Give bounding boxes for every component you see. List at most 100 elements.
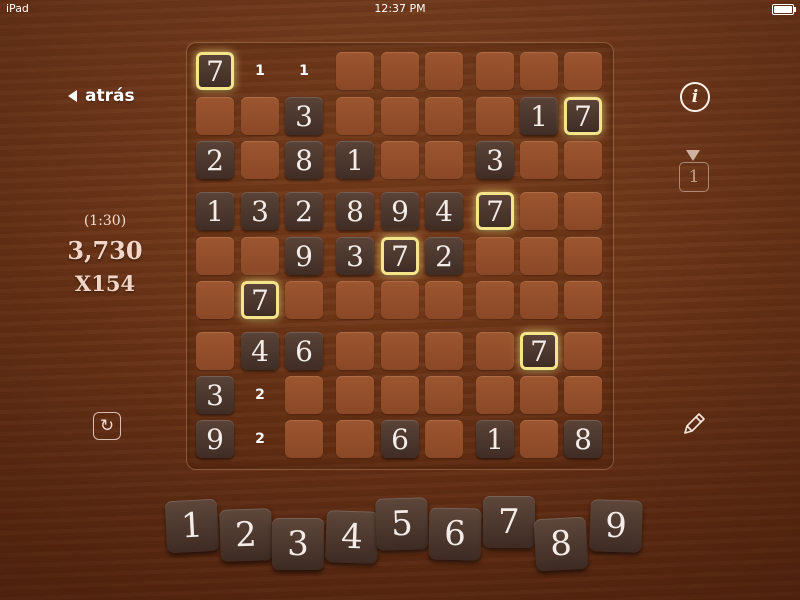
given-cell[interactable]: 6 bbox=[285, 332, 323, 370]
empty-cell[interactable] bbox=[476, 376, 514, 414]
hint-count: 1 bbox=[679, 162, 709, 192]
empty-cell[interactable] bbox=[196, 237, 234, 275]
empty-cell[interactable] bbox=[196, 332, 234, 370]
highlighted-cell[interactable]: 7 bbox=[520, 332, 558, 370]
empty-cell[interactable] bbox=[520, 420, 558, 458]
empty-cell[interactable] bbox=[520, 281, 558, 319]
empty-cell[interactable] bbox=[425, 97, 463, 135]
number-tile[interactable]: 9 bbox=[589, 499, 643, 553]
note-cell[interactable]: 2 bbox=[241, 376, 279, 414]
given-cell[interactable]: 9 bbox=[381, 192, 419, 230]
empty-cell[interactable] bbox=[425, 332, 463, 370]
empty-cell[interactable] bbox=[285, 376, 323, 414]
empty-cell[interactable] bbox=[564, 192, 602, 230]
given-cell[interactable]: 4 bbox=[241, 332, 279, 370]
empty-cell[interactable] bbox=[425, 52, 463, 90]
empty-cell[interactable] bbox=[336, 376, 374, 414]
empty-cell[interactable] bbox=[241, 97, 279, 135]
empty-cell[interactable] bbox=[564, 52, 602, 90]
empty-cell[interactable] bbox=[520, 376, 558, 414]
sudoku-board: 71131728131328947937274673292618 bbox=[186, 42, 614, 470]
empty-cell[interactable] bbox=[476, 237, 514, 275]
note-cell[interactable]: 1 bbox=[241, 52, 279, 90]
given-cell[interactable]: 3 bbox=[285, 97, 323, 135]
given-cell[interactable]: 8 bbox=[336, 192, 374, 230]
empty-cell[interactable] bbox=[520, 192, 558, 230]
highlighted-cell[interactable]: 7 bbox=[564, 97, 602, 135]
empty-cell[interactable] bbox=[476, 332, 514, 370]
empty-cell[interactable] bbox=[381, 141, 419, 179]
empty-cell[interactable] bbox=[476, 281, 514, 319]
number-tile[interactable]: 1 bbox=[164, 498, 220, 554]
given-cell[interactable]: 8 bbox=[285, 141, 323, 179]
highlighted-cell[interactable]: 7 bbox=[241, 281, 279, 319]
info-icon[interactable]: i bbox=[680, 82, 710, 112]
empty-cell[interactable] bbox=[285, 281, 323, 319]
empty-cell[interactable] bbox=[425, 420, 463, 458]
given-cell[interactable]: 1 bbox=[476, 420, 514, 458]
given-cell[interactable]: 1 bbox=[336, 141, 374, 179]
given-cell[interactable]: 3 bbox=[241, 192, 279, 230]
given-cell[interactable]: 2 bbox=[196, 141, 234, 179]
tile-value: 8 bbox=[549, 523, 573, 565]
empty-cell[interactable] bbox=[520, 52, 558, 90]
empty-cell[interactable] bbox=[520, 237, 558, 275]
empty-cell[interactable] bbox=[564, 332, 602, 370]
note-cell[interactable]: 2 bbox=[241, 420, 279, 458]
highlighted-cell[interactable]: 7 bbox=[476, 192, 514, 230]
empty-cell[interactable] bbox=[381, 52, 419, 90]
given-cell[interactable]: 8 bbox=[564, 420, 602, 458]
empty-cell[interactable] bbox=[476, 97, 514, 135]
number-tile[interactable]: 5 bbox=[375, 497, 429, 551]
back-arrow-icon bbox=[68, 90, 77, 102]
empty-cell[interactable] bbox=[425, 281, 463, 319]
number-tile[interactable]: 3 bbox=[272, 518, 324, 570]
pencil-icon[interactable] bbox=[679, 409, 709, 439]
empty-cell[interactable] bbox=[285, 420, 323, 458]
empty-cell[interactable] bbox=[336, 332, 374, 370]
given-cell[interactable]: 2 bbox=[285, 192, 323, 230]
given-cell[interactable]: 1 bbox=[196, 192, 234, 230]
given-cell[interactable]: 3 bbox=[196, 376, 234, 414]
number-tile[interactable]: 7 bbox=[483, 496, 535, 548]
number-tile[interactable]: 4 bbox=[325, 510, 379, 564]
empty-cell[interactable] bbox=[381, 97, 419, 135]
empty-cell[interactable] bbox=[241, 141, 279, 179]
battery-icon bbox=[772, 4, 796, 15]
empty-cell[interactable] bbox=[336, 52, 374, 90]
empty-cell[interactable] bbox=[336, 281, 374, 319]
given-cell[interactable]: 3 bbox=[476, 141, 514, 179]
empty-cell[interactable] bbox=[196, 281, 234, 319]
given-cell[interactable]: 6 bbox=[381, 420, 419, 458]
empty-cell[interactable] bbox=[564, 141, 602, 179]
highlighted-cell[interactable]: 7 bbox=[381, 237, 419, 275]
empty-cell[interactable] bbox=[336, 420, 374, 458]
number-tile[interactable]: 8 bbox=[533, 516, 589, 572]
highlighted-cell[interactable]: 7 bbox=[196, 52, 234, 90]
hint-button[interactable]: 1 bbox=[676, 150, 710, 192]
number-tile[interactable]: 6 bbox=[428, 507, 482, 561]
empty-cell[interactable] bbox=[564, 376, 602, 414]
empty-cell[interactable] bbox=[564, 237, 602, 275]
refresh-icon[interactable]: ↻ bbox=[93, 412, 121, 440]
empty-cell[interactable] bbox=[381, 281, 419, 319]
note-cell[interactable]: 1 bbox=[285, 52, 323, 90]
given-cell[interactable]: 3 bbox=[336, 237, 374, 275]
empty-cell[interactable] bbox=[520, 141, 558, 179]
empty-cell[interactable] bbox=[336, 97, 374, 135]
back-button[interactable]: atrás bbox=[68, 86, 135, 106]
empty-cell[interactable] bbox=[476, 52, 514, 90]
given-cell[interactable]: 2 bbox=[425, 237, 463, 275]
empty-cell[interactable] bbox=[381, 376, 419, 414]
empty-cell[interactable] bbox=[564, 281, 602, 319]
empty-cell[interactable] bbox=[381, 332, 419, 370]
empty-cell[interactable] bbox=[425, 141, 463, 179]
number-tile[interactable]: 2 bbox=[219, 508, 273, 562]
given-cell[interactable]: 9 bbox=[285, 237, 323, 275]
empty-cell[interactable] bbox=[241, 237, 279, 275]
empty-cell[interactable] bbox=[196, 97, 234, 135]
given-cell[interactable]: 9 bbox=[196, 420, 234, 458]
given-cell[interactable]: 4 bbox=[425, 192, 463, 230]
empty-cell[interactable] bbox=[425, 376, 463, 414]
given-cell[interactable]: 1 bbox=[520, 97, 558, 135]
